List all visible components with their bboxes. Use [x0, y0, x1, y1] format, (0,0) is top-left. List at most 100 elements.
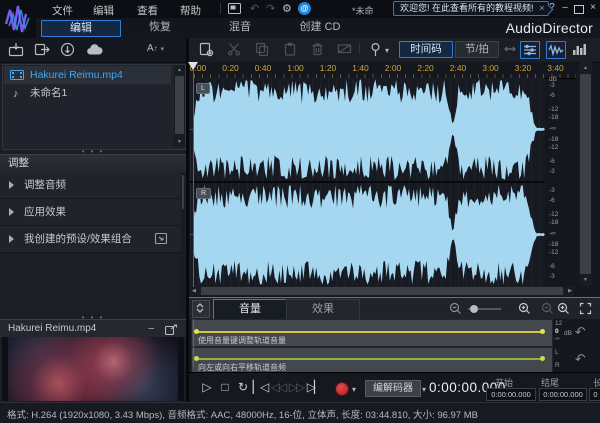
menu-view[interactable]: 查看 [137, 3, 158, 18]
tab-effects[interactable]: 效果 [286, 299, 360, 320]
sort-control[interactable]: A↑ ▾ [147, 43, 164, 54]
start-field-value[interactable]: 0:00:00.000 [486, 388, 536, 401]
preset-import-icon[interactable] [154, 232, 168, 245]
scroll-up-icon[interactable]: ▲ [579, 65, 592, 71]
collapse-panel-button[interactable] [192, 300, 210, 318]
pan-reset-icon[interactable]: ↷ [574, 350, 588, 368]
menu-separator [220, 3, 221, 14]
timeline-ruler[interactable]: 0:000:200:401:001:201:402:002:202:403:00… [190, 62, 576, 79]
library-item-video[interactable]: Hakurei Reimu.mp4 [4, 66, 171, 84]
export-media-icon[interactable] [34, 42, 50, 57]
settings-gear-icon[interactable]: ⚙ [282, 2, 292, 16]
library-item-audio[interactable]: ♪ 未命名1 [4, 84, 171, 102]
adjust-scrollbar[interactable] [181, 173, 185, 313]
volume-keyframe-dot[interactable] [540, 329, 545, 334]
volume-keyframe-lane[interactable]: 使用音量键调整轨道音量 [191, 319, 553, 347]
tab-create-cd[interactable]: 创建 CD [281, 20, 359, 35]
redo-icon: ↷ [266, 2, 275, 16]
waveform-track-right[interactable]: R [190, 183, 545, 286]
db-scale-track2: -3-6-12-18-∞-18-12-6-3 [546, 183, 576, 286]
loop-button[interactable]: ↻ [233, 380, 251, 394]
zoom-in-vertical-icon[interactable] [557, 302, 570, 315]
scroll-down-icon[interactable]: ▼ [174, 139, 185, 145]
minimize-button[interactable]: – [559, 2, 571, 13]
go-to-start-button[interactable]: ▏◁ [251, 380, 269, 394]
waveform-left-channel[interactable] [190, 78, 545, 181]
waveform-vertical-scrollbar[interactable]: ▲ ▼ [579, 62, 592, 286]
pan-keyframe-dot[interactable] [540, 356, 545, 361]
tab-restore[interactable]: 恢复 [121, 20, 199, 35]
db-scale-label: -12 [549, 144, 558, 152]
library-scrollbar[interactable]: ▲ ▼ [174, 65, 185, 147]
tab-mix[interactable]: 混音 [201, 20, 279, 35]
my-presets-row[interactable]: 我创建的预设/效果组合 [0, 226, 186, 253]
db-scale-label: -18 [549, 114, 558, 122]
db-scale-label: -12 [549, 106, 558, 114]
go-to-end-button[interactable]: ▷▏ [305, 380, 323, 394]
import-media-icon[interactable] [8, 42, 24, 57]
record-dropdown-icon[interactable]: ▾ [352, 385, 356, 394]
preview-minimize-icon[interactable]: – [148, 320, 154, 338]
marker-dropdown-icon[interactable]: ▾ [385, 46, 389, 55]
menu-file[interactable]: 文件 [52, 3, 73, 18]
scroll-right-icon[interactable]: ▶ [568, 286, 572, 296]
preview-popout-icon[interactable] [165, 324, 178, 335]
zoom-in-horizontal-icon[interactable] [518, 302, 531, 315]
menu-edit[interactable]: 编辑 [93, 3, 114, 18]
adjust-section-header: 调整 [0, 154, 186, 172]
tab-volume[interactable]: 音量 [213, 299, 287, 319]
add-marker-icon[interactable] [369, 42, 382, 57]
volume-keyframe-dot[interactable] [194, 329, 199, 334]
playhead-line[interactable] [193, 66, 194, 287]
my-presets-label: 我创建的预设/效果组合 [24, 226, 132, 252]
cloud-icon[interactable] [86, 42, 103, 56]
apply-effects-row[interactable]: 应用效果 [0, 199, 186, 226]
zoom-slider-knob[interactable] [470, 305, 478, 313]
undo-icon: ↶ [250, 2, 259, 16]
preview-title: Hakurei Reimu.mp4 [8, 323, 96, 334]
cut-icon [227, 42, 241, 56]
maximize-button[interactable] [574, 5, 584, 14]
volume-line[interactable] [196, 331, 542, 333]
beats-view-button[interactable]: 节/拍 [455, 41, 499, 58]
stop-button[interactable]: □ [215, 380, 233, 394]
delete-icon [311, 42, 324, 56]
volume-reset-icon[interactable]: ↷ [574, 323, 588, 341]
spectrum-view-icon[interactable] [571, 41, 589, 57]
fit-to-view-icon[interactable] [579, 302, 592, 315]
switch-workspace-icon[interactable] [228, 3, 241, 14]
menu-help[interactable]: 帮助 [180, 3, 201, 18]
codec-button[interactable]: 编解码器 [365, 380, 421, 397]
play-button[interactable]: ▷ [197, 380, 215, 394]
ruler-tick-label: 0:20 [222, 63, 239, 73]
zoom-out-horizontal-icon[interactable] [449, 302, 462, 315]
download-icon[interactable] [60, 42, 75, 57]
timecode-view-button[interactable]: 时间码 [399, 41, 453, 58]
end-field-value[interactable]: 0:00:00.000 [539, 388, 587, 401]
waveform-track-left[interactable]: L [190, 78, 545, 181]
pan-line[interactable] [196, 358, 542, 360]
clip-properties-icon[interactable] [199, 42, 214, 57]
scroll-up-icon[interactable]: ▲ [174, 67, 185, 73]
volume-lane-label: 使用音量键调整轨道音量 [198, 335, 286, 346]
scroll-down-icon[interactable]: ▼ [579, 277, 592, 283]
close-button[interactable]: × [587, 2, 599, 13]
account-icon[interactable]: @ [298, 2, 311, 15]
playhead-marker[interactable] [188, 62, 198, 70]
keyframe-rows-icon[interactable] [520, 41, 540, 59]
record-button[interactable] [335, 382, 349, 396]
scroll-left-icon[interactable]: ◀ [192, 286, 196, 296]
codec-dropdown-icon[interactable]: ▾ [422, 385, 426, 394]
zoom-slider[interactable] [468, 308, 501, 310]
waveform-view-icon[interactable] [546, 41, 566, 59]
stretch-waveform-icon[interactable] [501, 41, 519, 57]
length-field-value[interactable]: 0 [589, 388, 600, 401]
video-clip-icon [10, 70, 24, 80]
adjust-audio-row[interactable]: 调整音频 [0, 172, 186, 199]
pan-keyframe-dot[interactable] [194, 356, 199, 361]
media-info-text: 格式: H.264 (1920x1080, 3.43 Mbps), 音频格式: … [7, 407, 478, 421]
tab-edit[interactable]: 编辑 [41, 20, 121, 37]
pan-keyframe-lane[interactable]: 向左或向右平移轨道音频 [191, 347, 553, 374]
waveform-horizontal-scrollbar[interactable]: ◀ ▶ [190, 286, 574, 296]
waveform-right-channel[interactable] [190, 183, 545, 286]
